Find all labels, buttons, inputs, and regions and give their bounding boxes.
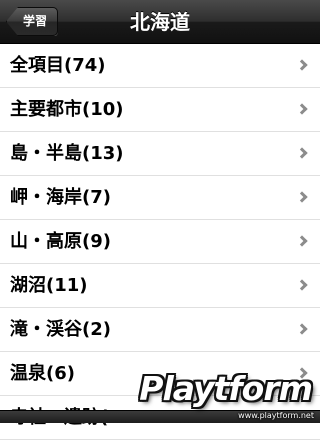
list-item[interactable]: 岬・海岸(7)	[0, 176, 320, 220]
list-item-label: 島・半島(13)	[10, 143, 124, 164]
list-item-label: 主要都市(10)	[10, 99, 124, 120]
list-item[interactable]: 山・高原(9)	[0, 220, 320, 264]
watermark-url: www.playtform.net	[238, 411, 314, 420]
navigation-bar: 学習 北海道	[0, 0, 320, 44]
watermark-brand: Playtform	[139, 369, 313, 408]
list-item[interactable]: 全項目(74)	[0, 44, 320, 88]
chevron-right-icon	[296, 191, 308, 203]
chevron-right-icon	[296, 103, 308, 115]
chevron-right-icon	[296, 235, 308, 247]
list-item-label: 湖沼(11)	[10, 275, 88, 296]
watermark-logo: Playtform www.playtform.net	[139, 369, 318, 421]
back-button[interactable]: 学習	[6, 7, 59, 36]
chevron-right-icon	[296, 147, 308, 159]
chevron-right-icon	[296, 279, 308, 291]
list-item-label: 岬・海岸(7)	[10, 187, 111, 208]
list-item[interactable]: 島・半島(13)	[0, 132, 320, 176]
chevron-right-icon	[296, 323, 308, 335]
list-item-label: 滝・渓谷(2)	[10, 319, 111, 340]
list-item[interactable]: 滝・渓谷(2)	[0, 308, 320, 352]
list-item[interactable]: 主要都市(10)	[0, 88, 320, 132]
list-item-label: 温泉(6)	[10, 363, 75, 384]
list-item-label: 山・高原(9)	[10, 231, 111, 252]
list-item-label: 全項目(74)	[10, 55, 106, 76]
list-item[interactable]: 湖沼(11)	[0, 264, 320, 308]
chevron-right-icon	[296, 59, 308, 71]
page-title: 北海道	[130, 10, 190, 34]
